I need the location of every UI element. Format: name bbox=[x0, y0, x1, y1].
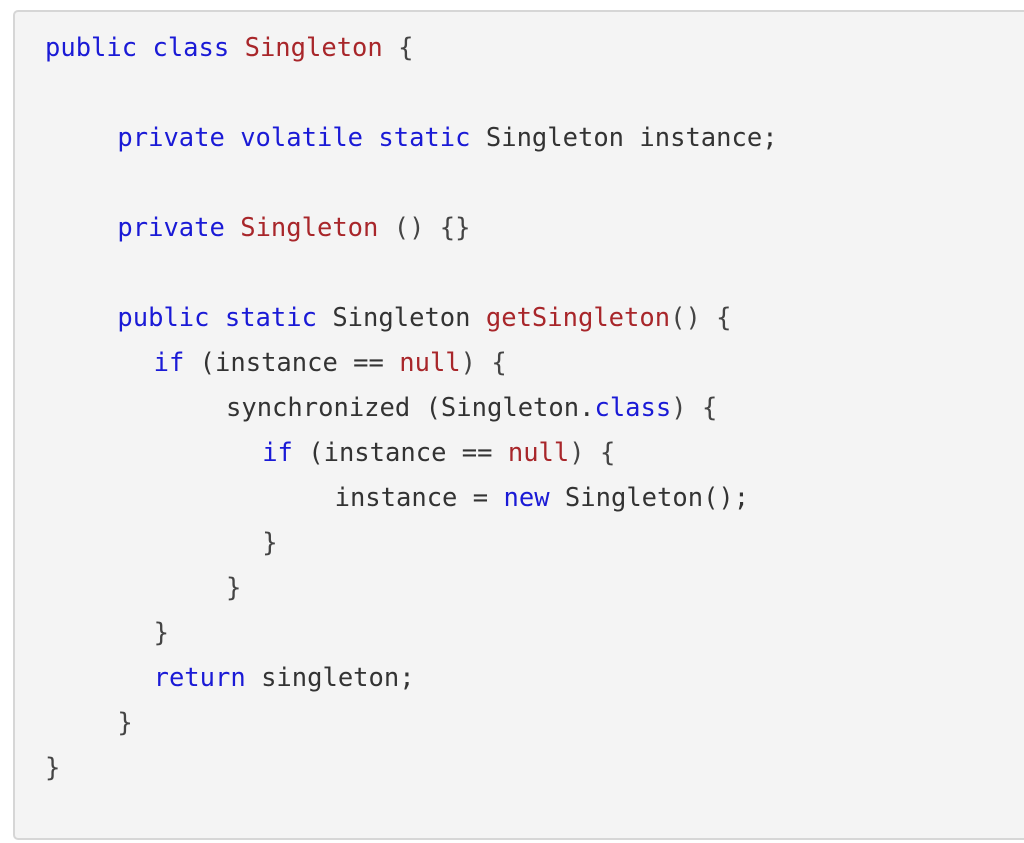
code-token: () { bbox=[670, 303, 732, 333]
code-token: return bbox=[153, 663, 262, 693]
code-token: new bbox=[503, 483, 565, 513]
code-line: public class Singleton { bbox=[45, 28, 413, 68]
code-token: { bbox=[382, 33, 414, 63]
code-token: } bbox=[45, 753, 61, 783]
code-line: return singleton; bbox=[154, 658, 415, 698]
code-token: synchronized (Singleton. bbox=[226, 393, 595, 423]
code-token: public static bbox=[117, 303, 333, 333]
code-line: } bbox=[154, 613, 169, 653]
code-token: null bbox=[507, 438, 570, 468]
code-line: } bbox=[226, 568, 241, 608]
code-token: } bbox=[117, 708, 133, 738]
code-line: } bbox=[117, 703, 132, 743]
code-token: Singleton instance; bbox=[485, 123, 778, 153]
code-token: ) { bbox=[569, 438, 616, 468]
code-token: instance = bbox=[334, 483, 504, 513]
code-line: if (instance == null) { bbox=[262, 433, 615, 473]
code-token: getSingleton bbox=[485, 303, 671, 333]
code-token: } bbox=[262, 528, 278, 558]
code-token: (instance == bbox=[308, 438, 508, 468]
code-token: public class bbox=[45, 33, 245, 63]
code-token: ) { bbox=[671, 393, 718, 423]
code-token: class bbox=[594, 393, 672, 423]
code-token: (instance == bbox=[199, 348, 400, 378]
code-token: Singleton(); bbox=[564, 483, 750, 513]
code-line: } bbox=[262, 523, 277, 563]
code-line: public static Singleton getSingleton() { bbox=[117, 298, 731, 338]
code-token: null bbox=[399, 348, 461, 378]
code-token: Singleton bbox=[244, 33, 383, 63]
code-line: if (instance == null) { bbox=[154, 343, 507, 383]
code-token: if bbox=[153, 348, 200, 378]
code-block: public class Singleton { private volatile… bbox=[13, 10, 1024, 840]
code-token: Singleton bbox=[240, 213, 379, 243]
code-line: } bbox=[45, 748, 60, 788]
code-line: private Singleton () {} bbox=[117, 208, 470, 248]
code-token: singleton; bbox=[261, 663, 415, 693]
code-token: private volatile static bbox=[117, 123, 486, 153]
code-token: } bbox=[226, 573, 242, 603]
code-line: synchronized (Singleton.class) { bbox=[226, 388, 717, 428]
code-token: } bbox=[153, 618, 169, 648]
code-line: private volatile static Singleton instan… bbox=[117, 118, 777, 158]
code-token: private bbox=[117, 213, 241, 243]
code-line: instance = new Singleton(); bbox=[335, 478, 750, 518]
code-token: if bbox=[262, 438, 309, 468]
code-token: ) { bbox=[460, 348, 507, 378]
code-token: () {} bbox=[378, 213, 471, 243]
code-token: Singleton bbox=[332, 303, 486, 333]
